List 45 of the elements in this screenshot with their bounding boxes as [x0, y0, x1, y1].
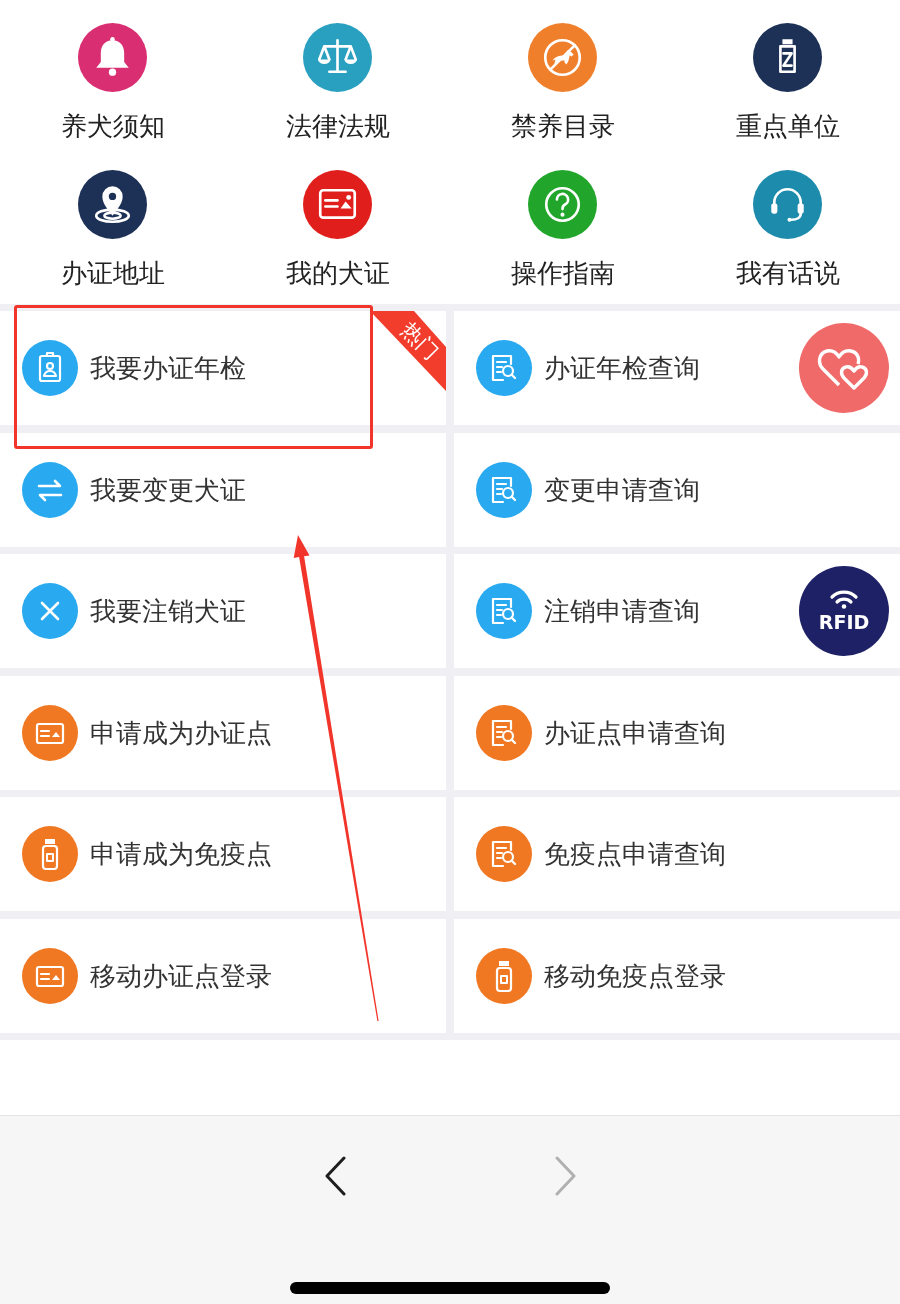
service-item[interactable]: 办证年检查询 — [454, 311, 900, 425]
service-item[interactable]: 我要注销犬证 — [0, 554, 446, 668]
bottle-icon — [753, 23, 822, 92]
service-item[interactable]: 申请成为免疫点 — [0, 797, 446, 911]
document-search-icon — [476, 583, 532, 639]
chevron-left-icon — [323, 1156, 346, 1196]
swap-icon — [22, 461, 78, 518]
prohibition-sign-icon — [528, 23, 597, 92]
document-search-icon — [476, 704, 532, 761]
hot-ribbon-badge: 热门 — [370, 311, 446, 391]
quick-link[interactable]: 我有话说 — [735, 170, 840, 288]
service-item[interactable]: 变更申请查询 — [454, 432, 900, 547]
id-card-icon — [22, 704, 78, 761]
chevron-right-icon — [554, 1156, 577, 1196]
quick-link[interactable]: 法律法规 — [285, 23, 390, 141]
service-item[interactable]: 移动办证点登录 — [0, 918, 446, 1033]
document-search-icon — [476, 340, 532, 396]
document-search-icon — [476, 826, 532, 882]
vial-icon — [22, 826, 78, 882]
id-card-icon — [303, 170, 372, 239]
location-pin-icon — [78, 170, 147, 239]
vial-icon — [476, 947, 532, 1004]
service-item[interactable]: 我要办证年检 热门 — [0, 311, 446, 425]
id-card-icon — [22, 947, 78, 1004]
cross-icon — [22, 583, 78, 639]
service-item[interactable]: 免疫点申请查询 — [454, 797, 900, 911]
document-search-icon — [476, 461, 532, 518]
quick-link[interactable]: 禁养目录 — [510, 23, 615, 141]
headset-icon — [753, 170, 822, 239]
quick-link[interactable]: 养犬须知 — [60, 23, 165, 141]
quick-link[interactable]: 操作指南 — [510, 170, 615, 288]
service-item[interactable]: 移动免疫点登录 — [454, 918, 900, 1033]
badge-icon — [22, 340, 78, 396]
bell-icon — [78, 23, 147, 92]
quick-link[interactable]: 办证地址 — [60, 170, 165, 288]
rfid-button[interactable]: RFID — [799, 566, 889, 656]
service-item[interactable]: 我要变更犬证 — [0, 432, 446, 547]
quick-link[interactable]: 重点单位 — [735, 23, 840, 141]
service-item[interactable]: 申请成为办证点 — [0, 675, 446, 790]
signal-icon — [829, 589, 859, 609]
service-item[interactable]: 办证点申请查询 — [454, 675, 900, 790]
service-item[interactable]: 注销申请查询 RFID — [454, 554, 900, 668]
question-icon — [528, 170, 597, 239]
scales-icon — [303, 23, 372, 92]
quick-link[interactable]: 我的犬证 — [285, 170, 390, 288]
